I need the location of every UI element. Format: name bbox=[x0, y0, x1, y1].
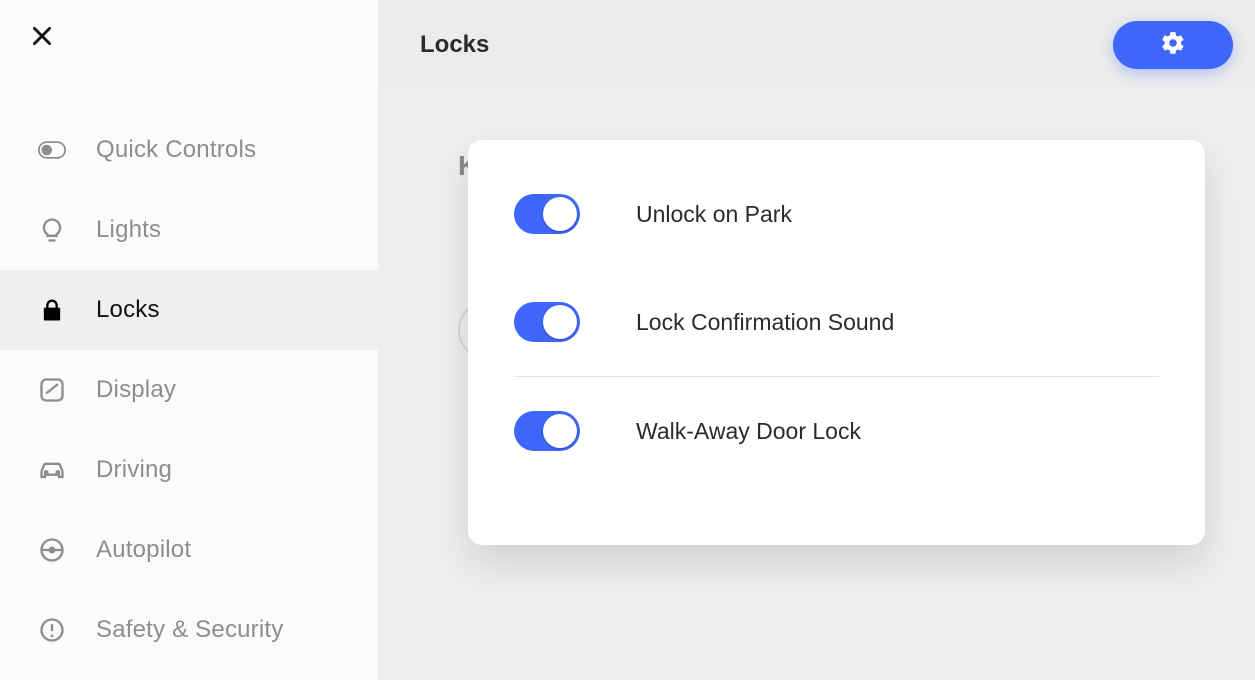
bulb-icon bbox=[36, 214, 68, 246]
sidebar-item-safety[interactable]: Safety & Security bbox=[0, 590, 378, 670]
sidebar-item-quick-controls[interactable]: Quick Controls bbox=[0, 110, 378, 190]
toggle-knob bbox=[543, 414, 577, 448]
close-wrap bbox=[0, 0, 378, 110]
setting-row-lock-confirmation-sound: Lock Confirmation Sound bbox=[514, 268, 1159, 376]
sidebar-item-label: Locks bbox=[96, 296, 160, 324]
steering-icon bbox=[36, 534, 68, 566]
settings-card: Unlock on Park Lock Confirmation Sound W… bbox=[468, 140, 1205, 545]
lock-icon bbox=[36, 294, 68, 326]
display-icon bbox=[36, 374, 68, 406]
main: Locks K Unlock on Park bbox=[378, 0, 1255, 680]
sidebar-item-label: Lights bbox=[96, 216, 161, 244]
toggle-lock-confirmation-sound[interactable] bbox=[514, 302, 580, 342]
alert-icon bbox=[36, 614, 68, 646]
sidebar-item-display[interactable]: Display bbox=[0, 350, 378, 430]
sidebar-item-autopilot[interactable]: Autopilot bbox=[0, 510, 378, 590]
setting-label: Walk-Away Door Lock bbox=[636, 418, 861, 445]
setting-row-walk-away-door-lock: Walk-Away Door Lock bbox=[514, 377, 1159, 485]
app-root: Quick Controls Lights Locks Display bbox=[0, 0, 1255, 680]
setting-label: Lock Confirmation Sound bbox=[636, 309, 894, 336]
sidebar-item-label: Driving bbox=[96, 456, 172, 484]
gear-icon bbox=[1160, 30, 1186, 61]
nav: Quick Controls Lights Locks Display bbox=[0, 110, 378, 670]
toggle-icon bbox=[36, 134, 68, 166]
sidebar-item-label: Quick Controls bbox=[96, 136, 256, 164]
close-icon bbox=[29, 23, 55, 54]
toggle-knob bbox=[543, 197, 577, 231]
page-title: Locks bbox=[420, 31, 489, 59]
content: K Unlock on Park Lock Confirmation Sound bbox=[378, 90, 1255, 680]
toggle-knob bbox=[543, 305, 577, 339]
setting-label: Unlock on Park bbox=[636, 201, 792, 228]
toggle-unlock-on-park[interactable] bbox=[514, 194, 580, 234]
sidebar-item-driving[interactable]: Driving bbox=[0, 430, 378, 510]
sidebar-item-lights[interactable]: Lights bbox=[0, 190, 378, 270]
sidebar-item-locks[interactable]: Locks bbox=[0, 270, 378, 350]
sidebar: Quick Controls Lights Locks Display bbox=[0, 0, 378, 680]
sidebar-item-label: Display bbox=[96, 376, 176, 404]
settings-button[interactable] bbox=[1113, 21, 1233, 69]
close-button[interactable] bbox=[24, 20, 60, 56]
sidebar-item-label: Safety & Security bbox=[96, 616, 283, 644]
sidebar-item-label: Autopilot bbox=[96, 536, 191, 564]
car-icon bbox=[36, 454, 68, 486]
setting-row-unlock-on-park: Unlock on Park bbox=[514, 160, 1159, 268]
header: Locks bbox=[378, 0, 1255, 90]
toggle-walk-away-door-lock[interactable] bbox=[514, 411, 580, 451]
